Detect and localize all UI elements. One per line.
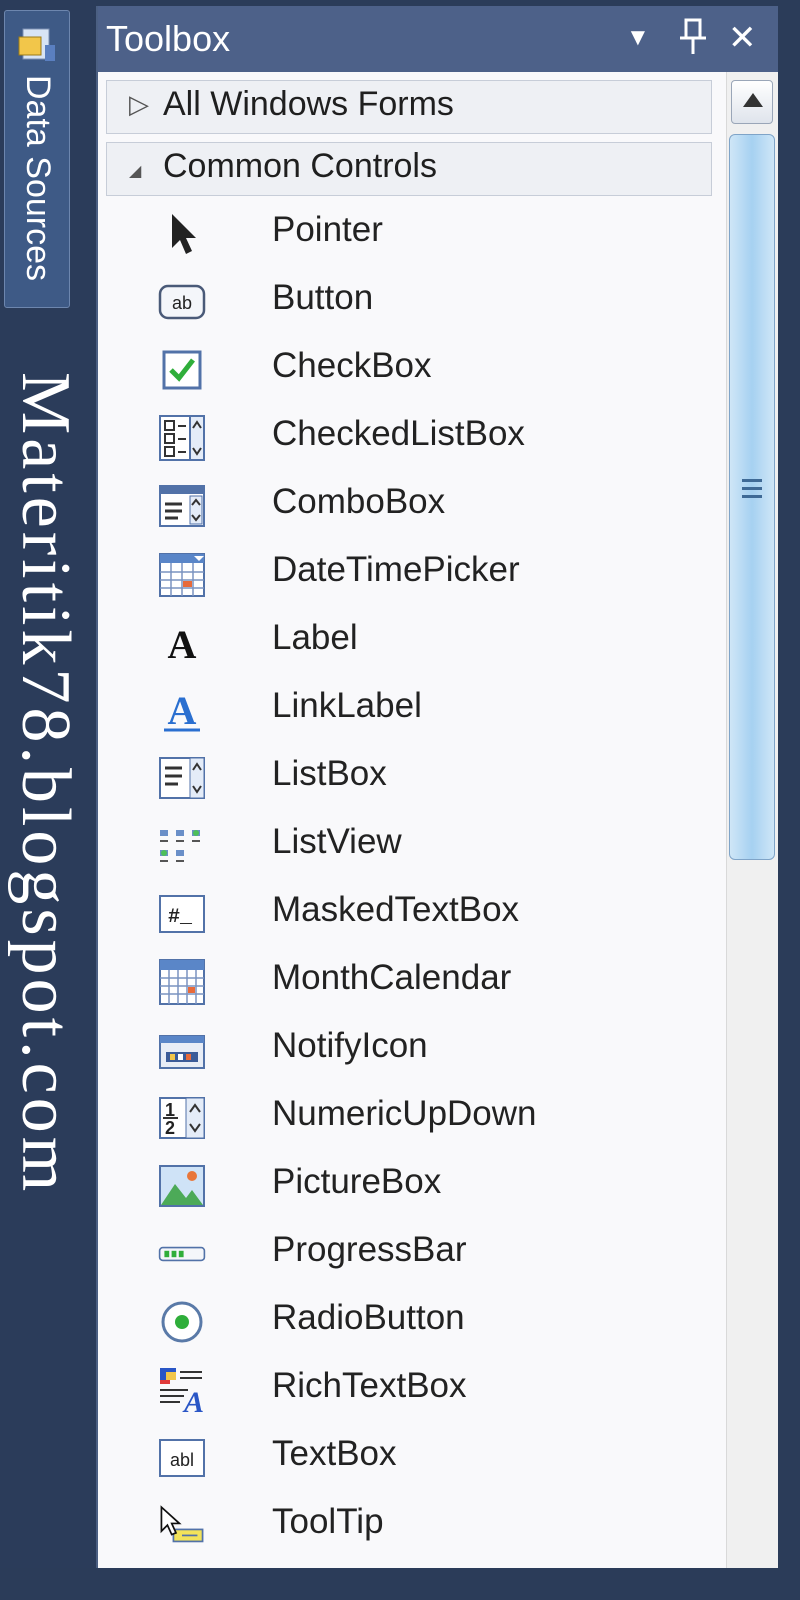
svg-text:abl: abl	[170, 1450, 194, 1470]
toolbox-item-checkedlistbox[interactable]: CheckedListBox	[98, 404, 718, 472]
toolbox-item-richtextbox[interactable]: A RichTextBox	[98, 1356, 718, 1424]
listview-icon	[160, 830, 200, 862]
toolbox-item-button[interactable]: ab Button	[98, 268, 718, 336]
item-label: Label	[272, 618, 358, 657]
item-label: RichTextBox	[272, 1366, 467, 1405]
toolbox-item-checkbox[interactable]: CheckBox	[98, 336, 718, 404]
item-label: ListView	[272, 822, 402, 861]
item-label: LinkLabel	[272, 686, 422, 725]
group-common-controls[interactable]: ◢ Common Controls	[106, 142, 712, 196]
svg-text:A: A	[168, 688, 197, 733]
toolbox-titlebar: Toolbox ▼ ✕	[98, 6, 778, 72]
pointer-icon	[172, 214, 196, 254]
picturebox-icon	[159, 1165, 205, 1207]
checkbox-icon	[162, 350, 202, 390]
radiobutton-icon	[161, 1301, 203, 1343]
item-label: NumericUpDown	[272, 1094, 537, 1133]
watermark-text: Materitik78.blogspot.com	[7, 372, 84, 1196]
toolbox-item-combobox[interactable]: ComboBox	[98, 472, 718, 540]
data-sources-icon	[18, 28, 55, 61]
textbox-icon: abl	[159, 1439, 205, 1477]
toolbox-item-maskedtextbox[interactable]: #_ MaskedTextBox	[98, 880, 718, 948]
item-label: MaskedTextBox	[272, 890, 520, 929]
item-label: ToolTip	[272, 1502, 384, 1541]
item-label: CheckBox	[272, 346, 432, 385]
toolbox-item-listview[interactable]: ListView	[98, 812, 718, 880]
item-label: NotifyIcon	[272, 1026, 428, 1065]
item-label: RadioButton	[272, 1298, 465, 1337]
toolbox-item-linklabel[interactable]: A LinkLabel	[98, 676, 718, 744]
datetimepicker-icon	[159, 553, 205, 597]
expand-arrow-icon: ▷	[129, 89, 149, 119]
scroll-thumb[interactable]	[729, 134, 775, 860]
toolbox-title: Toolbox	[106, 18, 231, 59]
item-label: ProgressBar	[272, 1230, 467, 1269]
item-label: TextBox	[272, 1434, 397, 1473]
item-label: PictureBox	[272, 1162, 442, 1201]
progressbar-icon	[158, 1246, 206, 1262]
data-sources-tab[interactable]: Data Sources	[4, 10, 70, 308]
group-label: Common Controls	[163, 147, 437, 185]
item-label: CheckedListBox	[272, 414, 525, 453]
group-all-windows-forms[interactable]: ▷ All Windows Forms	[106, 80, 712, 134]
toolbox-item-listbox[interactable]: ListBox	[98, 744, 718, 812]
monthcalendar-icon	[159, 959, 205, 1005]
toolbox-item-label[interactable]: A Label	[98, 608, 718, 676]
scroll-up-button[interactable]	[731, 80, 773, 124]
notifyicon-icon	[159, 1035, 205, 1069]
svg-text:A: A	[168, 622, 197, 666]
left-dock-strip: Data Sources Materitik78.blogspot.com	[0, 0, 96, 1568]
item-label: ComboBox	[272, 482, 446, 521]
tooltip-icon	[160, 1505, 204, 1543]
svg-text:#_: #_	[168, 906, 193, 929]
toolbox-item-monthcalendar[interactable]: MonthCalendar	[98, 948, 718, 1016]
toolbox-content: ▷ All Windows Forms ◢ Common Controls Po…	[98, 72, 726, 1568]
toolbox-item-pointer[interactable]: Pointer	[98, 200, 718, 268]
dropdown-icon[interactable]: ▼	[626, 16, 650, 60]
button-icon: ab	[158, 284, 206, 320]
toolbox-item-numericupdown[interactable]: 12 NumericUpDown	[98, 1084, 718, 1152]
listbox-icon	[159, 757, 205, 799]
grip-icon	[742, 479, 762, 503]
collapse-arrow-icon: ◢	[129, 163, 142, 180]
item-label: MonthCalendar	[272, 958, 512, 997]
toolbox-item-picturebox[interactable]: PictureBox	[98, 1152, 718, 1220]
checkedlistbox-icon	[159, 415, 205, 461]
svg-text:ab: ab	[172, 293, 192, 313]
chevron-up-icon	[743, 93, 763, 107]
group-label: All Windows Forms	[163, 85, 454, 123]
item-label: DateTimePicker	[272, 550, 520, 589]
item-label: Pointer	[272, 210, 383, 249]
label-icon: A	[168, 622, 197, 666]
linklabel-icon: A	[164, 688, 200, 733]
pin-glyph	[680, 18, 706, 54]
richtextbox-icon: A	[160, 1368, 204, 1414]
toolbox-panel: Toolbox ▼ ✕ ▷ All Windows Forms ◢ Common…	[96, 6, 778, 1568]
toolbox-item-radiobutton[interactable]: RadioButton	[98, 1288, 718, 1356]
toolbox-item-datetimepicker[interactable]: DateTimePicker	[98, 540, 718, 608]
toolbox-item-tooltip[interactable]: ToolTip	[98, 1492, 718, 1560]
close-icon[interactable]: ✕	[728, 16, 757, 60]
svg-text:A: A	[182, 1386, 204, 1414]
svg-text:2: 2	[165, 1118, 175, 1138]
maskedtextbox-icon: #_	[159, 895, 205, 933]
toolbox-item-notifyicon[interactable]: NotifyIcon	[98, 1016, 718, 1084]
toolbox-item-textbox[interactable]: abl TextBox	[98, 1424, 718, 1492]
item-label: Button	[272, 278, 374, 317]
item-label: ListBox	[272, 754, 387, 793]
toolbox-item-progressbar[interactable]: ProgressBar	[98, 1220, 718, 1288]
numericupdown-icon: 12	[159, 1097, 205, 1139]
combobox-icon	[159, 485, 205, 527]
data-sources-label: Data Sources	[19, 75, 57, 281]
vertical-scrollbar[interactable]	[726, 72, 778, 1568]
pin-icon[interactable]	[678, 16, 708, 60]
